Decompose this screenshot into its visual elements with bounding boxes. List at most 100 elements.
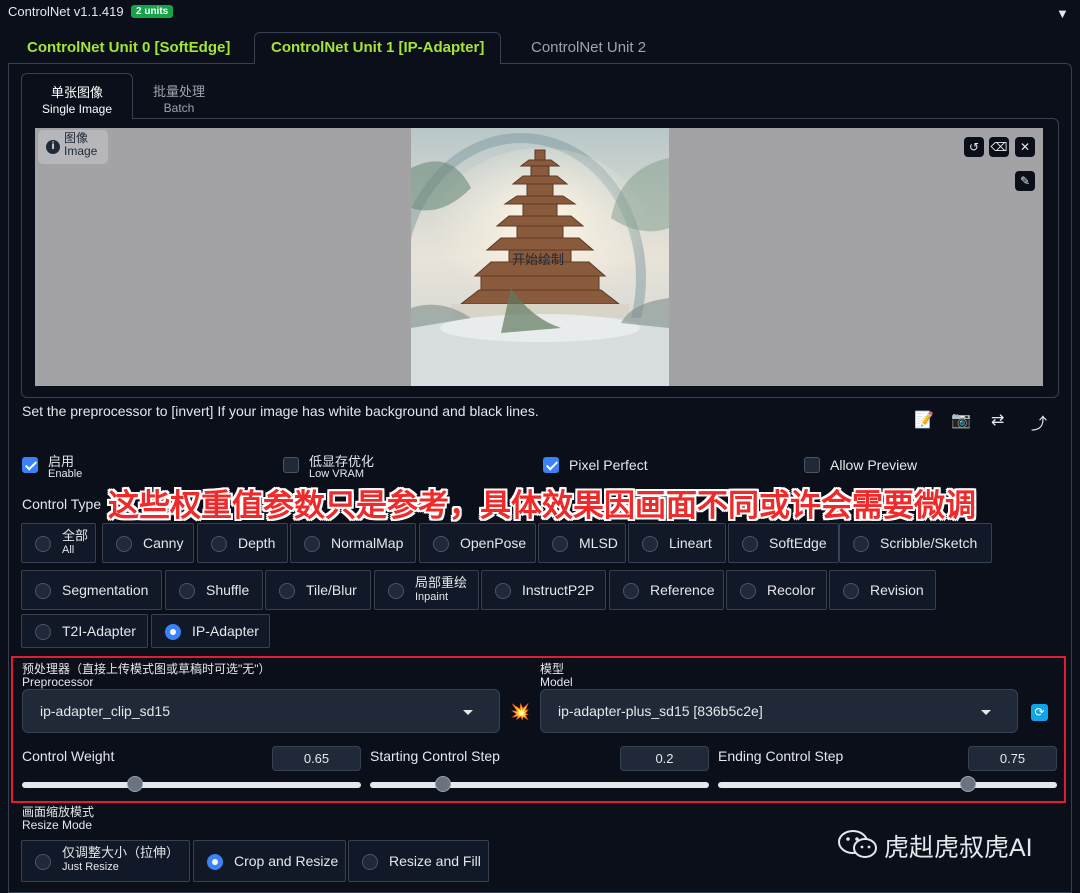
start-drawing-text[interactable]: 开始绘制: [512, 249, 564, 268]
run-preprocessor-icon[interactable]: 💥: [510, 702, 530, 722]
control-weight-track[interactable]: [22, 782, 361, 788]
tab-unit-0[interactable]: ControlNet Unit 0 [SoftEdge]: [10, 32, 247, 64]
control-type-normalmap[interactable]: NormalMap: [290, 523, 416, 563]
watermark-text: 虎赳虎叔虎AI: [884, 834, 1033, 862]
resize-crop-and-resize[interactable]: Crop and Resize: [193, 840, 346, 882]
eraser-icon[interactable]: ⌫: [989, 137, 1009, 157]
preprocessor-select[interactable]: ip-adapter_clip_sd15: [22, 689, 500, 733]
starting-step-label: Starting Control Step: [370, 748, 500, 764]
undo-icon[interactable]: ↺: [964, 137, 984, 157]
control-type-canny[interactable]: Canny: [102, 523, 194, 563]
radio-resize-and-fill[interactable]: [362, 854, 378, 870]
radio-segmentation[interactable]: [35, 583, 51, 599]
brush-icon[interactable]: ✎: [1015, 171, 1035, 191]
tab-single-image-sub: Single Image: [41, 102, 113, 116]
control-type-t2i-adapter[interactable]: T2I-Adapter: [21, 614, 148, 648]
resize-resize-and-fill[interactable]: Resize and Fill: [348, 840, 489, 882]
control-type-scribble[interactable]: Scribble/Sketch: [839, 523, 992, 563]
refresh-icon[interactable]: ⟳: [1031, 704, 1048, 721]
radio-scribble[interactable]: [853, 536, 869, 552]
control-type-lineart[interactable]: Lineart: [628, 523, 726, 563]
preprocessor-label-en: Preprocessor: [22, 675, 94, 689]
radio-normalmap[interactable]: [304, 536, 320, 552]
control-type-ip-adapter[interactable]: IP-Adapter: [151, 614, 270, 648]
enable-label-cn: 启用: [48, 454, 75, 469]
radio-lineart[interactable]: [642, 536, 658, 552]
radio-inpaint[interactable]: [388, 583, 404, 599]
starting-step-handle[interactable]: [434, 776, 451, 792]
tile-label: Tile/Blur: [306, 582, 357, 598]
control-type-recolor[interactable]: Recolor: [726, 570, 827, 610]
model-select[interactable]: ip-adapter-plus_sd15 [836b5c2e]: [540, 689, 1018, 733]
reference-label: Reference: [650, 582, 715, 598]
control-type-instructp2p[interactable]: InstructP2P: [481, 570, 606, 610]
radio-recolor[interactable]: [740, 583, 756, 599]
control-type-segmentation[interactable]: Segmentation: [21, 570, 162, 610]
resize-fill-label: Resize and Fill: [389, 853, 481, 869]
tab-unit-1[interactable]: ControlNet Unit 1 [IP-Adapter]: [254, 32, 502, 64]
radio-reference[interactable]: [623, 583, 639, 599]
allow-preview-checkbox-box[interactable]: [804, 457, 820, 473]
control-type-shuffle[interactable]: Shuffle: [165, 570, 263, 610]
pixel-perfect-checkbox-box[interactable]: [543, 457, 559, 473]
tab-unit-2[interactable]: ControlNet Unit 2: [514, 32, 663, 64]
low-vram-checkbox-box[interactable]: [283, 457, 299, 473]
tab-batch[interactable]: 批量处理 Batch: [133, 73, 225, 119]
control-weight-handle[interactable]: [126, 776, 143, 792]
radio-t2i-adapter[interactable]: [35, 624, 51, 640]
control-type-openpose[interactable]: OpenPose: [419, 523, 536, 563]
control-type-all-label: 全部 All: [62, 529, 88, 557]
radio-tile[interactable]: [279, 583, 295, 599]
just-resize-label-cn: 仅调整大小（拉伸）: [62, 845, 180, 860]
control-type-inpaint[interactable]: 局部重绘 Inpaint: [374, 570, 479, 610]
t2i-adapter-label: T2I-Adapter: [62, 623, 136, 639]
radio-revision[interactable]: [843, 583, 859, 599]
ending-step-input[interactable]: 0.75: [968, 746, 1057, 771]
radio-depth[interactable]: [211, 536, 227, 552]
radio-mlsd[interactable]: [552, 536, 568, 552]
control-type-revision[interactable]: Revision: [829, 570, 936, 610]
chevron-down-icon: [981, 710, 991, 715]
starting-step-track[interactable]: [370, 782, 709, 788]
segmentation-label: Segmentation: [62, 582, 149, 598]
control-type-reference[interactable]: Reference: [609, 570, 724, 610]
starting-step-input[interactable]: 0.2: [620, 746, 709, 771]
camera-icon[interactable]: 📷: [951, 410, 971, 430]
radio-ip-adapter[interactable]: [165, 624, 181, 640]
radio-shuffle[interactable]: [179, 583, 195, 599]
send-dimensions-icon[interactable]: ⤴: [1031, 410, 1047, 434]
preprocessor-label: 预处理器（直接上传模式图或草稿时可选"无"） Preprocessor: [22, 663, 271, 689]
control-type-softedge[interactable]: SoftEdge: [728, 523, 839, 563]
control-type-all[interactable]: 全部 All: [21, 523, 96, 563]
radio-all[interactable]: [35, 536, 51, 552]
radio-instructp2p[interactable]: [495, 583, 511, 599]
triangle-down-icon[interactable]: ▼: [1056, 6, 1069, 21]
control-type-mlsd[interactable]: MLSD: [538, 523, 626, 563]
radio-just-resize[interactable]: [35, 854, 51, 870]
radio-crop-and-resize[interactable]: [207, 854, 223, 870]
swap-icon[interactable]: ⇄: [991, 410, 1004, 430]
ending-step-track[interactable]: [718, 782, 1057, 788]
tab-single-image[interactable]: 单张图像 Single Image: [21, 73, 133, 119]
radio-softedge[interactable]: [742, 536, 758, 552]
enable-checkbox-box[interactable]: [22, 457, 38, 473]
annotation-overlay: 这些权重值参数只是参考，具体效果因画面不同或许会需要微调: [108, 488, 976, 523]
radio-canny[interactable]: [116, 536, 132, 552]
resize-just-resize[interactable]: 仅调整大小（拉伸） Just Resize: [21, 840, 190, 882]
control-type-inpaint-label: 局部重绘 Inpaint: [415, 576, 467, 604]
edit-note-icon[interactable]: 📝: [914, 410, 934, 430]
enable-label-en: Enable: [48, 468, 83, 480]
image-label-en: Image: [64, 144, 98, 158]
model-value: ip-adapter-plus_sd15 [836b5c2e]: [558, 703, 763, 719]
control-type-tile[interactable]: Tile/Blur: [265, 570, 371, 610]
model-label-en: Model: [540, 675, 573, 689]
preprocessor-hint: Set the preprocessor to [invert] If your…: [22, 403, 539, 419]
low-vram-checkbox-label: 低显存优化 Low VRAM: [309, 455, 374, 481]
units-badge: 2 units: [131, 5, 174, 18]
control-type-depth[interactable]: Depth: [197, 523, 288, 563]
control-weight-input[interactable]: 0.65: [272, 746, 361, 771]
close-icon[interactable]: ✕: [1015, 137, 1035, 157]
just-resize-label: 仅调整大小（拉伸） Just Resize: [62, 846, 179, 874]
radio-openpose[interactable]: [433, 536, 449, 552]
shuffle-label: Shuffle: [206, 582, 250, 598]
